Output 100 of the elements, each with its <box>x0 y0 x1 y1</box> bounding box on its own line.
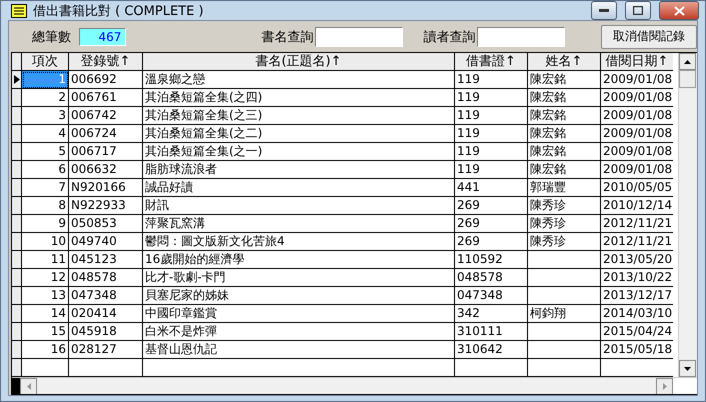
column-header[interactable]: 登錄號↑ <box>69 53 143 71</box>
row-selector[interactable] <box>12 89 22 107</box>
table-cell: 溫泉鄉之戀 <box>143 71 455 89</box>
table-cell: 2013/10/22 <box>601 269 674 287</box>
table-cell: 9 <box>22 215 69 233</box>
row-selector[interactable] <box>12 71 22 89</box>
cancel-loan-button[interactable]: 取消借閱記錄 <box>601 24 697 48</box>
table-cell: 8 <box>22 197 69 215</box>
row-selector[interactable] <box>12 341 22 359</box>
table-cell: 269 <box>455 215 528 233</box>
row-selector[interactable] <box>12 161 22 179</box>
reader-search-label: 讀者查詢 <box>423 28 476 46</box>
table-cell: 財訊 <box>143 197 455 215</box>
left-arrow-icon <box>26 383 30 390</box>
total-label: 總筆數 <box>32 28 71 46</box>
table-cell: 2015/04/24 <box>601 323 674 341</box>
row-selector[interactable] <box>12 305 22 323</box>
table-cell: 鬱悶：圖文版新文化苦旅4 <box>143 233 455 251</box>
table-cell: 白米不是炸彈 <box>143 323 455 341</box>
table-cell: 4 <box>22 125 69 143</box>
table-cell: 16歲開始的經濟學 <box>143 251 455 269</box>
table-cell: 陳秀珍 <box>528 233 601 251</box>
table-cell: 342 <box>455 305 528 323</box>
table-cell: 269 <box>455 197 528 215</box>
table-cell: 119 <box>455 143 528 161</box>
table-cell: 陳宏銘 <box>528 107 601 125</box>
row-selector[interactable] <box>12 107 22 125</box>
table-cell: 比才-歌劇-卡門 <box>143 269 455 287</box>
table-cell: 006742 <box>69 107 143 125</box>
row-selector[interactable] <box>12 323 22 341</box>
table-cell: 2009/01/08 <box>601 161 674 179</box>
row-selector[interactable] <box>12 359 22 377</box>
scroll-up-button[interactable] <box>679 53 696 70</box>
table-cell: 13 <box>22 287 69 305</box>
table-cell: 7 <box>22 179 69 197</box>
table-cell: 006632 <box>69 161 143 179</box>
row-pointer-icon <box>14 75 20 84</box>
table-cell: 020414 <box>69 305 143 323</box>
table-cell: 2010/05/05 <box>601 179 674 197</box>
maximize-button[interactable] <box>625 1 651 20</box>
column-header[interactable]: 姓名↑ <box>528 53 601 71</box>
table-cell: 045918 <box>69 323 143 341</box>
title-search-label: 書名查詢 <box>261 28 314 46</box>
table-cell: 2009/01/08 <box>601 143 674 161</box>
table-cell: 2013/12/17 <box>601 287 674 305</box>
table-cell: 047348 <box>69 287 143 305</box>
row-selector[interactable] <box>12 287 22 305</box>
close-button[interactable] <box>659 1 699 20</box>
table-cell: 脂肪球流浪者 <box>143 161 455 179</box>
table-cell: 2009/01/08 <box>601 89 674 107</box>
table-cell: 15 <box>22 323 69 341</box>
title-search-field[interactable] <box>315 26 404 46</box>
reader-search-field[interactable] <box>477 26 566 46</box>
table-cell: 119 <box>455 89 528 107</box>
table-cell: 1 <box>22 71 69 89</box>
table-cell: 2015/05/18 <box>601 341 674 359</box>
table-cell: 050853 <box>69 215 143 233</box>
scroll-thumb[interactable] <box>679 70 696 88</box>
horizontal-scrollbar[interactable] <box>12 377 697 394</box>
minimize-button[interactable] <box>591 1 617 20</box>
table-cell: 其泊桑短篇全集(之三) <box>143 107 455 125</box>
table-cell: 119 <box>455 161 528 179</box>
vertical-scrollbar[interactable] <box>678 53 697 377</box>
table-cell: 119 <box>455 71 528 89</box>
row-selector[interactable] <box>12 269 22 287</box>
row-selector[interactable] <box>12 233 22 251</box>
scroll-down-button[interactable] <box>679 360 696 377</box>
table-cell: 047348 <box>455 287 528 305</box>
table-cell: 441 <box>455 179 528 197</box>
row-selector[interactable] <box>12 143 22 161</box>
column-header[interactable]: 書名(正題名)↑ <box>143 53 455 71</box>
table-cell: 2012/11/21 <box>601 233 674 251</box>
table-cell: 006724 <box>69 125 143 143</box>
table-cell: 049740 <box>69 233 143 251</box>
table-cell: 2009/01/08 <box>601 71 674 89</box>
table-cell: 045123 <box>69 251 143 269</box>
column-header[interactable]: 借閱日期↑ <box>601 53 674 71</box>
minimize-icon <box>599 8 609 12</box>
total-count-field: 467 <box>79 28 126 46</box>
row-selector[interactable] <box>12 125 22 143</box>
row-selector[interactable] <box>12 251 22 269</box>
table-cell: 006717 <box>69 143 143 161</box>
table-cell: 16 <box>22 341 69 359</box>
table-cell: 10 <box>22 233 69 251</box>
row-selector[interactable] <box>12 197 22 215</box>
row-selector[interactable] <box>12 215 22 233</box>
table-cell: N920166 <box>69 179 143 197</box>
table-cell: 其泊桑短篇全集(之一) <box>143 143 455 161</box>
table-cell: 5 <box>22 143 69 161</box>
table-cell: 其泊桑短篇全集(之四) <box>143 89 455 107</box>
column-header[interactable]: 項次 <box>22 53 69 71</box>
table-cell: 110592 <box>455 251 528 269</box>
column-header[interactable]: 借書證↑ <box>455 53 528 71</box>
scroll-right-button[interactable] <box>656 378 673 394</box>
table-cell: 中國印章鑑賞 <box>143 305 455 323</box>
row-selector[interactable] <box>12 179 22 197</box>
right-arrow-icon <box>662 383 666 390</box>
table-cell: 048578 <box>69 269 143 287</box>
down-arrow-icon <box>684 366 692 370</box>
table-cell: 2009/01/08 <box>601 125 674 143</box>
